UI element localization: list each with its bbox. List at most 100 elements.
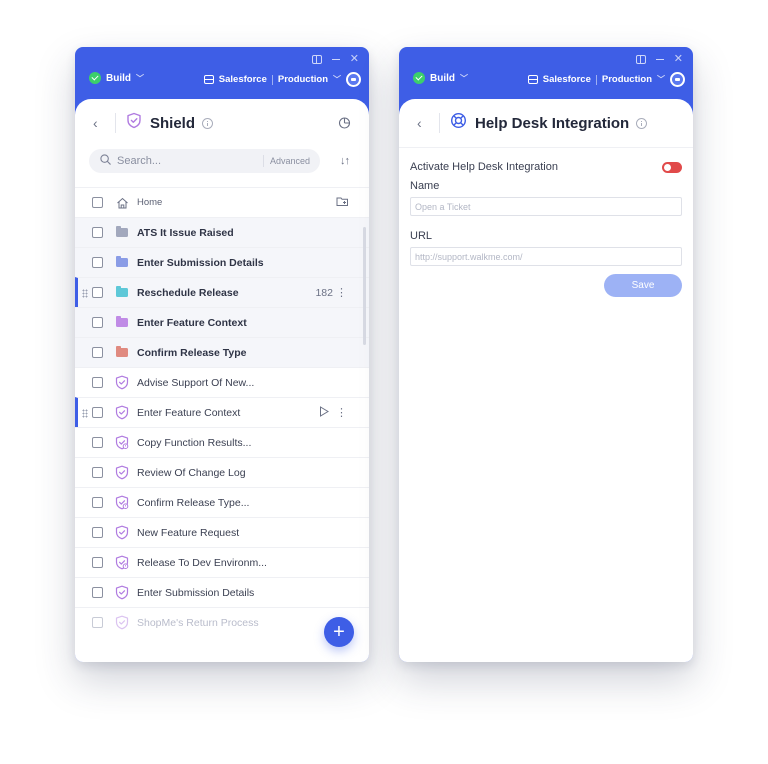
- page-title: Help Desk Integration: [475, 114, 630, 132]
- item-label: Confirm Release Type...: [137, 496, 250, 509]
- shield-check-icon: [115, 525, 129, 540]
- shield-icon: [126, 112, 142, 134]
- url-field[interactable]: [410, 247, 682, 266]
- dock-icon[interactable]: [311, 54, 322, 64]
- activate-toggle[interactable]: [662, 161, 682, 173]
- list-item[interactable]: Release To Dev Environm...: [75, 547, 369, 577]
- shield-panel: ‹ Shield Advanced ↓↑: [75, 99, 369, 662]
- new-folder-icon[interactable]: [336, 194, 349, 212]
- minimize-icon[interactable]: [331, 58, 340, 60]
- checkbox[interactable]: [92, 527, 103, 538]
- list-item[interactable]: Confirm Release Type: [75, 337, 369, 367]
- checkbox[interactable]: [92, 197, 103, 208]
- minimize-icon[interactable]: [655, 58, 664, 60]
- info-icon[interactable]: [202, 117, 214, 129]
- shield-check-icon: [115, 405, 129, 420]
- item-label: Enter Feature Context: [137, 316, 247, 329]
- item-label: Confirm Release Type: [137, 346, 247, 359]
- chevron-down-icon: ﹀: [136, 73, 144, 83]
- list-item[interactable]: Confirm Release Type...: [75, 487, 369, 517]
- item-label: New Feature Request: [137, 526, 240, 539]
- checkbox[interactable]: [92, 437, 103, 448]
- checkbox[interactable]: [92, 317, 103, 328]
- checkbox[interactable]: [92, 617, 103, 628]
- scrollbar[interactable]: [363, 227, 366, 345]
- close-icon[interactable]: ✕: [350, 53, 359, 65]
- save-button[interactable]: Save: [604, 274, 682, 297]
- help-desk-window: ✕ Build ﹀ Salesforce Production ﹀ ‹ Help…: [399, 47, 693, 662]
- environment-selector[interactable]: Salesforce Production ﹀: [527, 72, 685, 87]
- checkbox[interactable]: [92, 257, 103, 268]
- avatar[interactable]: [346, 72, 361, 87]
- item-label: Reschedule Release: [137, 286, 239, 299]
- avatar[interactable]: [670, 72, 685, 87]
- item-label: Release To Dev Environm...: [137, 556, 267, 569]
- checkbox[interactable]: [92, 497, 103, 508]
- add-button[interactable]: +: [324, 617, 354, 647]
- build-selector[interactable]: Build ﹀: [89, 72, 144, 84]
- list-item[interactable]: Enter Submission Details: [75, 577, 369, 607]
- drag-handle-icon[interactable]: [82, 409, 88, 418]
- chevron-down-icon: ﹀: [460, 73, 468, 83]
- back-button[interactable]: ‹: [93, 115, 107, 131]
- item-label: Enter Feature Context: [137, 406, 241, 419]
- list-item[interactable]: ATS It Issue Raised: [75, 217, 369, 247]
- checkbox[interactable]: [92, 287, 103, 298]
- shield-alert-icon: [115, 555, 129, 570]
- more-options-icon[interactable]: ⋮: [336, 407, 347, 418]
- list-item[interactable]: Enter Submission Details: [75, 247, 369, 277]
- activate-label: Activate Help Desk Integration: [410, 161, 558, 173]
- checkbox[interactable]: [92, 347, 103, 358]
- item-label: ATS It Issue Raised: [137, 226, 234, 239]
- checkbox[interactable]: [92, 377, 103, 388]
- help-desk-panel: ‹ Help Desk Integration Activate Help De…: [399, 99, 693, 662]
- search-icon: [100, 152, 111, 170]
- titlebar: ✕ Build ﹀ Salesforce Production ﹀: [399, 47, 693, 99]
- checkbox[interactable]: [92, 407, 103, 418]
- build-selector[interactable]: Build ﹀: [413, 72, 468, 84]
- list-item[interactable]: Copy Function Results...: [75, 427, 369, 457]
- list-item[interactable]: Reschedule Release 182 ⋮: [75, 277, 369, 307]
- drag-handle-icon[interactable]: [82, 289, 88, 298]
- environment-label: Production: [277, 74, 328, 85]
- info-icon[interactable]: [636, 117, 648, 129]
- page-title: Shield: [150, 114, 196, 132]
- shield-alert-icon: [115, 435, 129, 450]
- system-label: Salesforce: [542, 74, 591, 85]
- checkbox[interactable]: [92, 587, 103, 598]
- close-icon[interactable]: ✕: [674, 53, 683, 65]
- shield-alert-icon: [115, 495, 129, 510]
- chevron-down-icon: ﹀: [657, 75, 665, 84]
- folder-icon: [115, 226, 129, 240]
- check-circle-icon: [89, 72, 101, 84]
- url-label: URL: [410, 230, 433, 242]
- list-item[interactable]: Enter Feature Context ⋮: [75, 397, 369, 427]
- checkbox[interactable]: [92, 557, 103, 568]
- build-label: Build: [106, 72, 131, 84]
- dock-icon[interactable]: [635, 54, 646, 64]
- sort-icon[interactable]: ↓↑: [340, 155, 350, 167]
- search-bar[interactable]: Advanced: [89, 149, 320, 173]
- build-label: Build: [430, 72, 455, 84]
- shield-check-icon: [115, 585, 129, 600]
- checkbox[interactable]: [92, 467, 103, 478]
- more-options-icon[interactable]: ⋮: [336, 287, 347, 298]
- pie-chart-icon[interactable]: [338, 116, 351, 134]
- list-item[interactable]: New Feature Request: [75, 517, 369, 547]
- name-field[interactable]: [410, 197, 682, 216]
- advanced-search-button[interactable]: Advanced: [262, 155, 310, 167]
- chevron-down-icon: ﹀: [333, 75, 341, 84]
- system-label: Salesforce: [218, 74, 267, 85]
- back-button[interactable]: ‹: [417, 115, 431, 131]
- item-label: Enter Submission Details: [137, 586, 255, 599]
- play-icon[interactable]: [319, 404, 329, 422]
- list-item[interactable]: Enter Feature Context: [75, 307, 369, 337]
- environment-selector[interactable]: Salesforce Production ﹀: [203, 72, 361, 87]
- folder-icon: [115, 316, 129, 330]
- panel-header: ‹ Help Desk Integration: [399, 99, 693, 147]
- search-input[interactable]: [117, 155, 257, 167]
- checkbox[interactable]: [92, 227, 103, 238]
- home-row[interactable]: Home: [75, 187, 369, 217]
- list-item[interactable]: Review Of Change Log: [75, 457, 369, 487]
- list-item[interactable]: Advise Support Of New...: [75, 367, 369, 397]
